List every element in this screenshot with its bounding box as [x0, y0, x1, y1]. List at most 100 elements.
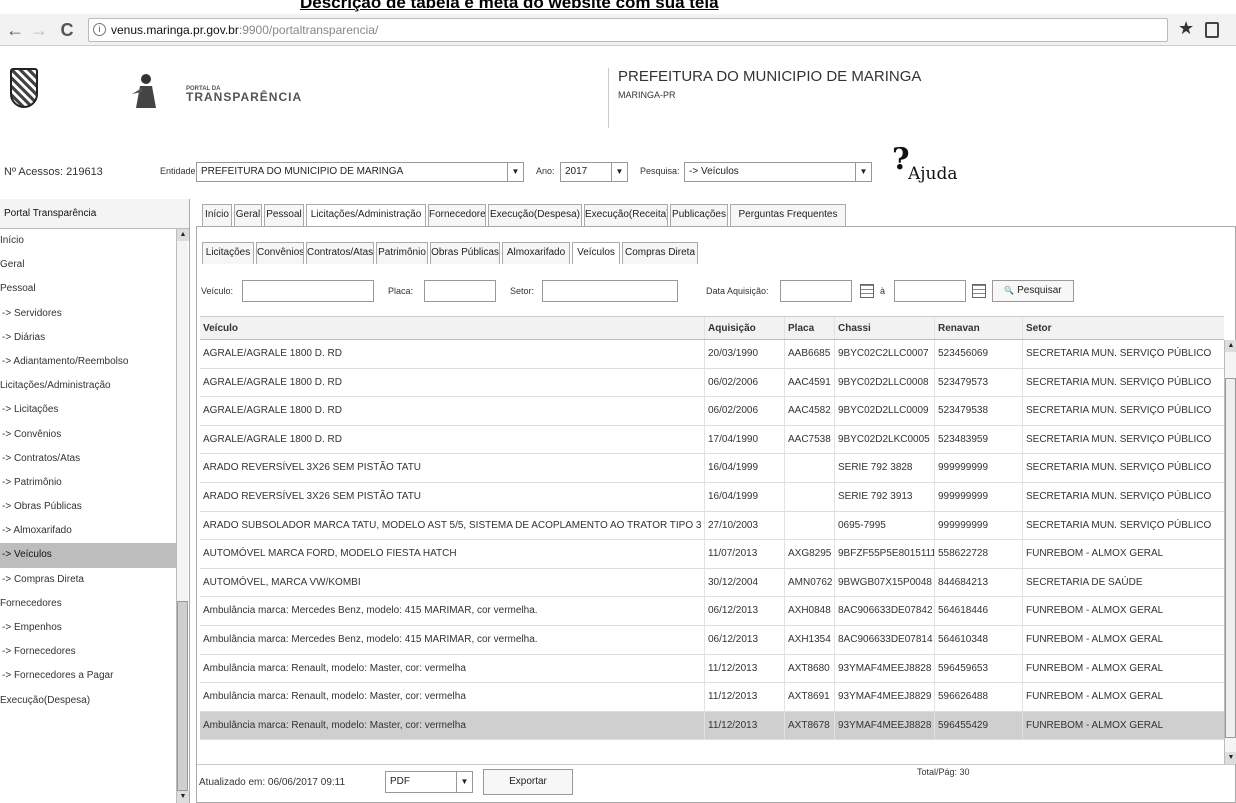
table-cell: FUNREBOM - ALMOX GERAL — [1022, 683, 1224, 711]
sidebar-item[interactable]: Fornecedores — [0, 592, 176, 616]
star-icon[interactable]: ★ — [1178, 18, 1194, 39]
top-tab[interactable]: Perguntas Frequentes — [730, 204, 846, 226]
table-row[interactable]: Ambulância marca: Renault, modelo: Maste… — [200, 711, 1224, 741]
sidebar-scroll-thumb[interactable] — [177, 601, 188, 791]
top-tab[interactable]: Execução(Despesa) — [488, 204, 582, 226]
top-tab[interactable]: Geral — [234, 204, 262, 226]
table-row[interactable]: ARADO REVERSÍVEL 3X26 SEM PISTÃO TATU 16/… — [200, 454, 1224, 483]
data-inicio-input[interactable] — [780, 280, 852, 302]
table-row[interactable]: AGRALE/AGRALE 1800 D. RD 06/02/2006 AAC458… — [200, 397, 1224, 426]
address-bar[interactable]: i venus.maringa.pr.gov.br:9900/portaltra… — [88, 18, 1168, 42]
help-icon[interactable]: ? — [892, 142, 910, 177]
table-row[interactable]: AUTOMÓVEL MARCA FORD, MODELO FIESTA HATC… — [200, 540, 1224, 569]
sub-tab[interactable]: Licitações — [202, 242, 254, 264]
column-header[interactable]: Veículo — [200, 317, 704, 339]
chevron-down-icon[interactable]: ▼ — [507, 163, 523, 181]
setor-input[interactable] — [542, 280, 678, 302]
column-header[interactable]: Aquisição — [704, 317, 784, 339]
sidebar-item[interactable]: -> Convênios — [0, 423, 176, 447]
sidebar-item[interactable]: Geral — [0, 253, 176, 277]
pesquisar-button[interactable]: 🔍 Pesquisar — [992, 280, 1074, 302]
column-header[interactable]: Setor — [1022, 317, 1224, 339]
sub-tab[interactable]: Almoxarifado — [502, 242, 570, 264]
sidebar-item[interactable]: -> Almoxarifado — [0, 519, 176, 543]
sidebar-item[interactable]: -> Contratos/Atas — [0, 447, 176, 471]
data-fim-input[interactable] — [894, 280, 966, 302]
table-row[interactable]: AUTOMÓVEL, MARCA VW/KOMBI 30/12/2004 AMN07… — [200, 568, 1224, 598]
entidade-select[interactable]: PREFEITURA DO MUNICIPIO DE MARINGA ▼ — [196, 162, 524, 182]
table-row[interactable]: Ambulância marca: Renault, modelo: Maste… — [200, 683, 1224, 712]
extension-icon[interactable] — [1205, 22, 1219, 38]
sidebar-item[interactable]: Pessoal — [0, 277, 176, 301]
ano-value: 2017 — [565, 166, 588, 177]
top-tab[interactable]: Licitações/Administração — [306, 204, 426, 226]
sub-tab[interactable]: Veículos — [572, 242, 620, 264]
chevron-down-icon[interactable]: ▼ — [456, 772, 472, 792]
column-header[interactable]: Chassi — [834, 317, 934, 339]
sidebar-item[interactable]: -> Licitações — [0, 398, 176, 422]
sidebar-item[interactable]: -> Fornecedores a Pagar — [0, 664, 176, 688]
sidebar-item[interactable]: -> Obras Públicas — [0, 495, 176, 519]
export-format-select[interactable]: PDF ▼ — [385, 771, 473, 793]
chevron-down-icon[interactable]: ▼ — [855, 163, 871, 181]
placa-label: Placa: — [388, 286, 414, 296]
export-button[interactable]: Exportar — [483, 769, 573, 795]
chevron-down-icon[interactable]: ▼ — [611, 163, 627, 181]
forward-arrow-icon[interactable]: → — [28, 20, 50, 41]
sidebar-item[interactable]: -> Diárias — [0, 326, 176, 350]
sidebar-scrollbar[interactable]: ▲ ▼ — [176, 229, 189, 803]
calendar-icon[interactable] — [972, 284, 986, 298]
sidebar-item[interactable]: Execução(Despesa) — [0, 689, 176, 713]
sidebar-item[interactable]: Início — [0, 229, 176, 253]
sidebar-item[interactable]: -> Patrimônio — [0, 471, 176, 495]
portal-logo[interactable]: PORTAL DA TRANSPARÊNCIA — [186, 86, 302, 104]
reload-icon[interactable]: C — [56, 20, 78, 41]
table-row[interactable]: AGRALE/AGRALE 1800 D. RD 17/04/1990 AAC753… — [200, 425, 1224, 455]
back-arrow-icon[interactable]: ← — [4, 20, 26, 41]
table-cell: FUNREBOM - ALMOX GERAL — [1022, 625, 1224, 654]
top-tab[interactable]: Fornecedores — [428, 204, 486, 226]
scroll-down-icon[interactable]: ▼ — [177, 791, 189, 803]
column-header[interactable]: Placa — [784, 317, 834, 339]
scroll-down-icon[interactable]: ▼ — [1225, 752, 1236, 764]
sidebar-item[interactable]: -> Servidores — [0, 302, 176, 326]
calendar-icon[interactable] — [860, 284, 874, 298]
sidebar-item[interactable]: -> Adiantamento/Reembolso — [0, 350, 176, 374]
table-scroll-thumb[interactable] — [1225, 378, 1236, 738]
column-header[interactable]: Renavan — [934, 317, 1022, 339]
table-cell: ARADO REVERSÍVEL 3X26 SEM PISTÃO TATU — [203, 490, 422, 502]
sidebar-item[interactable]: -> Compras Direta — [0, 568, 176, 592]
top-tab[interactable]: Início — [202, 204, 232, 226]
sidebar-item[interactable]: -> Veículos — [0, 543, 176, 568]
table-row[interactable]: Ambulância marca: Mercedes Benz, modelo:… — [200, 625, 1224, 655]
table-cell: 523479538 — [934, 397, 1022, 425]
placa-input[interactable] — [424, 280, 496, 302]
sub-tab[interactable]: Contratos/Atas — [306, 242, 374, 264]
scroll-up-icon[interactable]: ▲ — [1225, 340, 1236, 352]
table-row[interactable]: ARADO SUBSOLADOR MARCA TATU, MODELO AST … — [200, 511, 1224, 541]
sidebar-item[interactable]: -> Empenhos — [0, 616, 176, 640]
veiculo-input[interactable] — [242, 280, 374, 302]
table-cell: AXT8678 — [784, 711, 834, 740]
sub-tab[interactable]: Compras Direta — [622, 242, 698, 264]
help-link[interactable]: Ajuda — [908, 164, 958, 184]
sub-tab[interactable]: Patrimônio — [376, 242, 428, 264]
top-tab[interactable]: Pessoal — [264, 204, 304, 226]
sub-tab[interactable]: Convênios — [256, 242, 304, 264]
sidebar-item[interactable]: Licitações/Administração — [0, 374, 176, 398]
pesquisa-select[interactable]: -> Veículos ▼ — [684, 162, 872, 182]
table-row[interactable]: ARADO REVERSÍVEL 3X26 SEM PISTÃO TATU 16/… — [200, 482, 1224, 512]
table-scrollbar[interactable]: ▲ ▼ — [1224, 340, 1236, 764]
table-row[interactable]: AGRALE/AGRALE 1800 D. RD 20/03/1990 AAB668… — [200, 340, 1224, 369]
info-icon[interactable]: i — [93, 23, 106, 36]
table-row[interactable]: Ambulância marca: Renault, modelo: Maste… — [200, 654, 1224, 684]
ano-select[interactable]: 2017 ▼ — [560, 162, 628, 182]
top-tab[interactable]: Execução(Receita) — [584, 204, 668, 226]
table-cell: AAC4591 — [784, 368, 834, 397]
sidebar-item[interactable]: -> Fornecedores — [0, 640, 176, 664]
table-row[interactable]: Ambulância marca: Mercedes Benz, modelo:… — [200, 597, 1224, 626]
table-row[interactable]: AGRALE/AGRALE 1800 D. RD 06/02/2006 AAC459… — [200, 368, 1224, 398]
top-tab[interactable]: Publicações — [670, 204, 728, 226]
sub-tab[interactable]: Obras Públicas — [430, 242, 500, 264]
scroll-up-icon[interactable]: ▲ — [177, 229, 189, 241]
